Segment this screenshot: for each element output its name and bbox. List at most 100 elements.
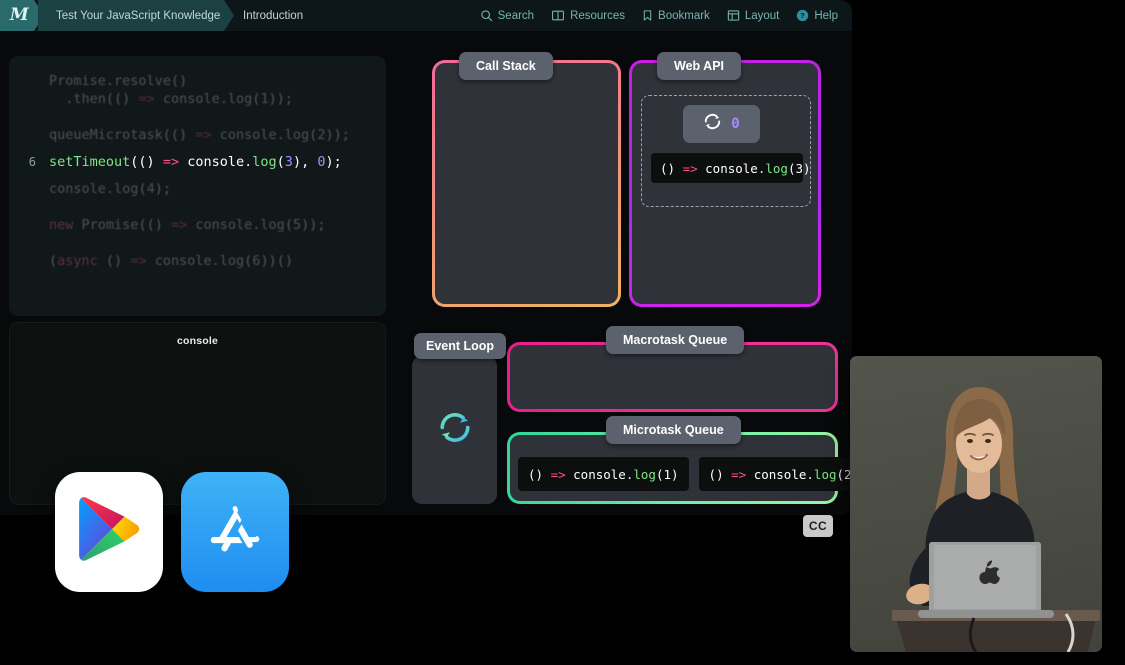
web-api-timer-group: 0 () => console. log(3) <box>641 95 811 207</box>
bookmark-label: Bookmark <box>658 9 710 22</box>
task-open-paren: ( <box>655 466 664 482</box>
task-object: console <box>705 160 758 176</box>
timer-count: 0 <box>731 116 740 132</box>
task-dot: . <box>757 160 766 176</box>
task-open-paren: ( <box>836 466 845 482</box>
code-text: .then(() => console.log(1)); <box>65 91 293 107</box>
topbar-actions: Search Resources Bookmark Layout ? Help <box>480 0 838 31</box>
task-prefix: () <box>660 160 683 176</box>
search-icon <box>480 9 493 22</box>
task-arg: 3 <box>795 160 804 176</box>
breadcrumb-course[interactable]: Test Your JavaScript Knowledge <box>38 0 234 31</box>
task-object: console <box>573 466 626 482</box>
breadcrumb-section[interactable]: Introduction <box>243 0 303 31</box>
timer-badge: 0 <box>683 105 760 143</box>
code-text: new Promise(() => console.log(5)); <box>49 217 326 233</box>
help-circle-icon: ? <box>796 9 809 22</box>
loop-icon <box>437 410 473 451</box>
microtask-items: () => console. log(1) () => console. log(2… <box>518 457 852 491</box>
macrotask-queue-body <box>510 345 835 409</box>
task-dot: . <box>625 466 634 482</box>
loop-icon <box>703 112 722 136</box>
presenter-scene <box>892 386 1100 652</box>
code-line <box>9 108 386 126</box>
task-dot: . <box>806 466 814 482</box>
task-arg: 1 <box>663 466 672 482</box>
code-text: console.log(4); <box>49 181 171 197</box>
resources-button[interactable]: Resources <box>551 9 625 22</box>
logo-monogram: M <box>9 5 29 25</box>
svg-text:?: ? <box>801 11 806 20</box>
breadcrumb-section-label: Introduction <box>243 9 304 22</box>
microtask-item: () => console.log(2) <box>698 457 852 491</box>
web-api-panel: 0 () => console. log(3) <box>629 60 821 307</box>
code-line: .then(() => console.log(1)); <box>9 90 386 108</box>
task-arrow: => <box>682 160 706 176</box>
closed-captions-badge[interactable]: CC <box>803 515 833 537</box>
app-store-icon <box>201 496 269 569</box>
task-method: log <box>633 466 656 482</box>
resources-label: Resources <box>570 9 626 22</box>
presenter-video-panel[interactable] <box>850 356 1102 652</box>
code-line: Promise.resolve() <box>9 72 386 90</box>
top-navigation-bar: M Test Your JavaScript Knowledge Introdu… <box>0 0 852 31</box>
layout-button[interactable]: Layout <box>727 9 780 22</box>
google-play-badge[interactable] <box>55 472 163 592</box>
task-method: log <box>765 160 788 176</box>
call-stack-label: Call Stack <box>459 52 553 80</box>
code-line: (async () => console.log(6))() <box>9 252 386 270</box>
screenshot-root: M Test Your JavaScript Knowledge Introdu… <box>0 0 1125 665</box>
task-prefix: () <box>708 466 732 482</box>
event-loop-label: Event Loop <box>414 333 507 359</box>
app-window: M Test Your JavaScript Knowledge Introdu… <box>0 0 852 515</box>
code-text: (async () => console.log(6))() <box>49 253 293 269</box>
help-label: Help <box>814 9 838 22</box>
code-editor[interactable]: Promise.resolve() .then(() => console.lo… <box>9 56 386 316</box>
bookmark-icon <box>642 9 653 22</box>
book-icon <box>551 9 565 22</box>
layout-icon <box>727 9 740 22</box>
task-object: console <box>753 466 807 482</box>
app-store-badge[interactable] <box>181 472 289 592</box>
bookmark-button[interactable]: Bookmark <box>642 9 710 22</box>
code-text: Promise.resolve() <box>49 73 188 89</box>
call-stack-body <box>435 63 618 304</box>
task-prefix: () <box>528 466 551 482</box>
code-line: queueMicrotask(() => console.log(2)); <box>9 126 386 144</box>
call-stack-panel <box>432 60 621 307</box>
web-api-label: Web API <box>657 52 742 80</box>
code-line: new Promise(() => console.log(5)); <box>9 216 386 234</box>
code-text: setTimeout(() => console.log(3), 0); <box>49 154 342 170</box>
macrotask-queue-label: Macrotask Queue <box>606 326 745 354</box>
microtask-queue-body: () => console. log(1) () => console. log(2… <box>510 435 852 501</box>
line-number-active: 6 <box>28 155 36 169</box>
breadcrumb-course-label: Test Your JavaScript Knowledge <box>56 9 221 22</box>
task-method: log <box>813 466 837 482</box>
search-button[interactable]: Search <box>480 9 534 22</box>
console-title: console <box>176 335 219 347</box>
layout-label: Layout <box>744 9 780 22</box>
help-button[interactable]: ? Help <box>796 9 838 22</box>
search-label: Search <box>497 9 535 22</box>
store-badges <box>55 472 289 592</box>
code-line-active: 6 setTimeout(() => console.log(3), 0); <box>9 153 386 171</box>
task-close-paren: ) <box>803 160 811 176</box>
task-arrow: => <box>731 466 754 482</box>
web-api-body: 0 () => console. log(3) <box>632 63 818 304</box>
code-line: console.log(4); <box>9 180 386 198</box>
app-logo[interactable]: M <box>0 0 44 31</box>
microtask-item: () => console. log(1) <box>518 457 689 491</box>
code-text: queueMicrotask(() => console.log(2)); <box>49 127 350 143</box>
microtask-queue-label: Microtask Queue <box>606 416 741 444</box>
task-open-paren: ( <box>787 160 796 176</box>
task-arrow: => <box>550 466 574 482</box>
google-play-icon <box>78 496 140 569</box>
task-close-paren: ) <box>671 466 679 482</box>
web-api-task-item: () => console. log(3) <box>651 153 811 183</box>
event-loop-panel <box>412 356 497 504</box>
